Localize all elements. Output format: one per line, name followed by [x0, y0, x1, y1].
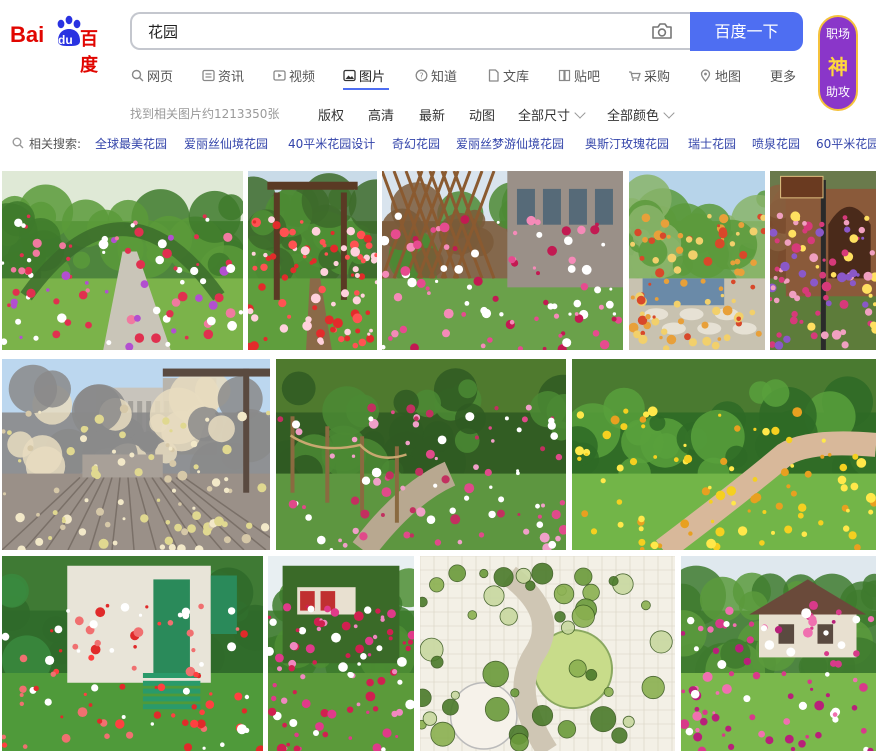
image-icon [343, 69, 356, 81]
filter-size-dropdown[interactable]: 全部尺寸 [518, 105, 586, 124]
tab-7[interactable]: 采购 [628, 64, 670, 86]
news-icon [202, 69, 215, 81]
result-count: 找到相关图片约1213350张 [130, 107, 280, 121]
tab-label: 贴吧 [574, 69, 601, 85]
logo-cn-text: 百度 [80, 29, 98, 76]
tab-3[interactable]: 图片 [343, 64, 385, 86]
related-link[interactable]: 60平米花园 [816, 135, 876, 152]
garden-photo [420, 556, 675, 751]
chevron-down-icon [574, 107, 586, 119]
promo-badge[interactable]: 职场 神 助攻 [818, 15, 858, 111]
tab-9[interactable]: 更多 [770, 64, 796, 86]
tab-label: 视频 [289, 69, 316, 85]
garden-photo [572, 359, 876, 550]
related-search-label: 相关搜索: [29, 137, 82, 151]
filter-color-label: 全部颜色 [607, 109, 660, 124]
image-result-garden-plan-drawing[interactable] [420, 556, 675, 751]
tab-5[interactable]: 文库 [487, 64, 529, 86]
question-icon: ? [415, 69, 428, 81]
related-link[interactable]: 喷泉花园 [752, 135, 800, 152]
garden-photo [268, 556, 414, 751]
tab-label: 图片 [359, 69, 386, 85]
image-result-ivy-house-flowers[interactable] [268, 556, 414, 751]
related-link[interactable]: 全球最美花园 [95, 135, 167, 152]
filter-animated[interactable]: 动图 [469, 105, 495, 124]
garden-photo [2, 359, 270, 550]
related-link[interactable]: 瑞士花园 [688, 135, 736, 152]
garden-photo [248, 171, 377, 350]
garden-photo [629, 171, 765, 350]
image-result-rose-arch-path[interactable] [2, 171, 243, 350]
image-result-rope-fence-path[interactable] [276, 359, 566, 550]
video-icon [273, 69, 286, 81]
badge-big-text: 神 [828, 55, 848, 79]
tab-label: 知道 [431, 69, 458, 85]
related-link[interactable]: 奥斯汀玫瑰花园 [585, 135, 669, 152]
image-result-cottage-lamp-post[interactable] [770, 171, 876, 350]
document-icon [488, 68, 499, 82]
chevron-down-icon [663, 107, 675, 119]
tab-label: 更多 [770, 69, 797, 85]
tab-2[interactable]: 视频 [273, 64, 315, 86]
active-tab-underline [343, 88, 389, 90]
search-button[interactable]: 百度一下 [690, 12, 803, 51]
garden-photo [276, 359, 566, 550]
image-result-swiss-cottage-lawn[interactable] [681, 556, 876, 751]
garden-photo [770, 171, 876, 350]
filter-latest[interactable]: 最新 [419, 105, 445, 124]
image-result-green-cottage-door[interactable] [2, 556, 263, 751]
tab-1[interactable]: 资讯 [202, 64, 244, 86]
filter-size-label: 全部尺寸 [518, 109, 571, 124]
related-link[interactable]: 奇幻花园 [392, 135, 440, 152]
baidu-logo[interactable]: Bai du 百度 [10, 13, 114, 76]
search-icon [12, 137, 24, 149]
search-input[interactable] [148, 14, 628, 48]
svg-text:?: ? [419, 71, 423, 80]
badge-top-text: 职场 [825, 27, 850, 41]
filter-copyright[interactable]: 版权 [318, 105, 344, 124]
logo-bai-text: Bai [10, 22, 45, 47]
tab-label: 采购 [644, 69, 671, 85]
filter-hd[interactable]: 高清 [368, 105, 394, 124]
tab-0[interactable]: 网页 [131, 64, 173, 86]
image-result-wooden-pergola-garden[interactable] [248, 171, 377, 350]
garden-photo [681, 556, 876, 751]
garden-photo [2, 171, 243, 350]
garden-photo [382, 171, 623, 350]
tab-8[interactable]: 地图 [699, 64, 741, 86]
tab-label: 文库 [503, 69, 530, 85]
tab-label: 网页 [147, 69, 174, 85]
cart-icon [629, 70, 641, 81]
image-result-rooftop-deck-garden[interactable] [2, 359, 270, 550]
image-result-patio-stepping-stones[interactable] [629, 171, 765, 350]
related-link[interactable]: 爱丽丝梦游仙境花园 [456, 135, 564, 152]
garden-photo [2, 556, 263, 751]
map-icon [700, 68, 711, 82]
tab-4[interactable]: ? 知道 [415, 64, 457, 86]
related-link[interactable]: 40平米花园设计 [288, 135, 375, 152]
image-result-trellis-terrace-garden[interactable] [382, 171, 623, 350]
tab-6[interactable]: 贴吧 [558, 64, 600, 86]
badge-bottom-text: 助攻 [825, 85, 850, 99]
logo-du-text: du [58, 33, 73, 47]
search-icon [131, 69, 144, 81]
tab-label: 资讯 [218, 69, 245, 85]
search-box [130, 12, 690, 50]
image-result-daylily-lawn-path[interactable] [572, 359, 876, 550]
tab-label: 地图 [715, 69, 742, 85]
tieba-icon [558, 69, 571, 81]
filter-color-dropdown[interactable]: 全部颜色 [607, 105, 675, 124]
camera-icon[interactable] [651, 22, 673, 40]
related-link[interactable]: 爱丽丝仙境花园 [184, 135, 268, 152]
